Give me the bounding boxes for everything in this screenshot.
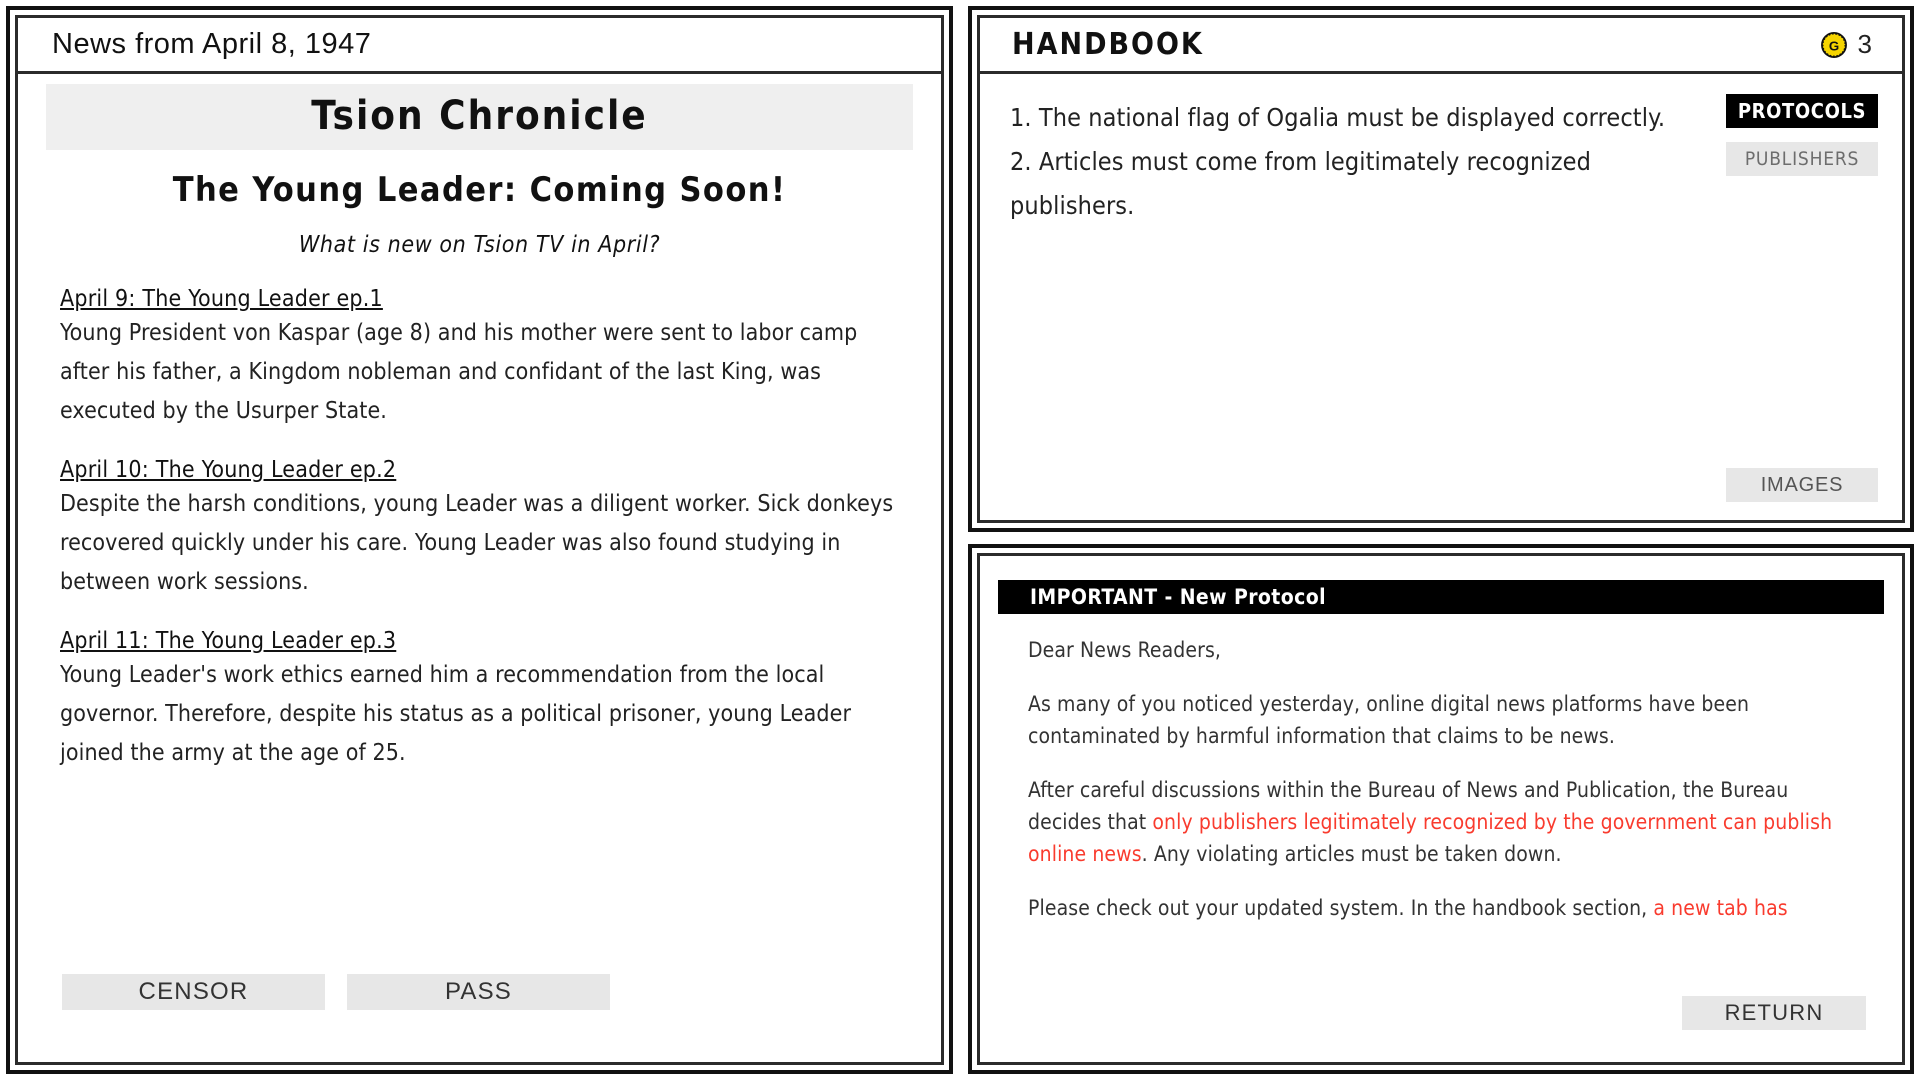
handbook-tab-list: PROTOCOLS PUBLISHERS bbox=[1726, 94, 1878, 176]
article-headline: The Young Leader: Coming Soon! bbox=[172, 170, 787, 210]
news-panel-inner: News from April 8, 1947 Tsion Chronicle … bbox=[15, 15, 944, 1065]
article-sections: April 9: The Young Leader ep.1 Young Pre… bbox=[40, 286, 919, 773]
memo-body: Dear News Readers, As many of you notice… bbox=[1028, 634, 1858, 966]
censor-button[interactable]: CENSOR bbox=[62, 974, 325, 1010]
newspaper-masthead: Tsion Chronicle bbox=[46, 84, 913, 150]
news-panel-header: News from April 8, 1947 bbox=[18, 18, 941, 74]
article-subheadline: What is new on Tsion TV in April? bbox=[298, 232, 661, 258]
article-entry-date: April 10: The Young Leader ep.2 bbox=[60, 457, 397, 483]
memo-paragraph: Please check out your updated system. In… bbox=[1028, 892, 1858, 924]
news-article-panel: News from April 8, 1947 Tsion Chronicle … bbox=[6, 6, 953, 1074]
news-action-bar: CENSOR PASS bbox=[62, 974, 610, 1010]
news-date-label: News from April 8, 1947 bbox=[52, 28, 372, 60]
pass-button[interactable]: PASS bbox=[347, 974, 610, 1010]
article-entry-text: Despite the harsh conditions, young Lead… bbox=[60, 491, 894, 595]
memo-paragraph: As many of you noticed yesterday, online… bbox=[1028, 688, 1858, 752]
tab-images[interactable]: IMAGES bbox=[1726, 468, 1878, 502]
memo-panel-inner: IMPORTANT - New Protocol Dear News Reade… bbox=[977, 553, 1905, 1065]
return-button[interactable]: RETURN bbox=[1682, 996, 1866, 1030]
handbook-body: 1. The national flag of Ogalia must be d… bbox=[980, 74, 1902, 520]
handbook-rule-item: 2. Articles must come from legitimately … bbox=[1010, 147, 1591, 220]
memo-text-run: . Any violating articles must be taken d… bbox=[1141, 842, 1562, 866]
currency-amount: 3 bbox=[1857, 29, 1872, 59]
handbook-title: HANDBOOK bbox=[1012, 27, 1204, 62]
article-entry-date: April 11: The Young Leader ep.3 bbox=[60, 628, 397, 654]
handbook-rules-list: 1. The national flag of Ogalia must be d… bbox=[980, 96, 1740, 228]
memo-panel: IMPORTANT - New Protocol Dear News Reade… bbox=[968, 544, 1914, 1074]
memo-action-bar: RETURN bbox=[1682, 996, 1866, 1030]
article-entry: April 11: The Young Leader ep.3 Young Le… bbox=[60, 628, 899, 773]
currency-display: G 3 bbox=[1820, 29, 1872, 60]
memo-paragraph: After careful discussions within the Bur… bbox=[1028, 774, 1858, 870]
memo-banner-title: IMPORTANT - New Protocol bbox=[998, 580, 1884, 614]
news-panel-body: Tsion Chronicle The Young Leader: Coming… bbox=[18, 74, 941, 1062]
gold-coin-icon: G bbox=[1820, 31, 1847, 58]
article-entry-date: April 9: The Young Leader ep.1 bbox=[60, 286, 383, 312]
handbook-panel-inner: HANDBOOK G 3 1. The national flag of Oga… bbox=[977, 15, 1905, 523]
memo-paragraph: Dear News Readers, bbox=[1028, 634, 1858, 666]
game-screen: News from April 8, 1947 Tsion Chronicle … bbox=[0, 0, 1920, 1080]
article-entry-text: Young Leader's work ethics earned him a … bbox=[60, 662, 852, 766]
handbook-lower-tab-list: IMAGES bbox=[1726, 468, 1878, 502]
tab-protocols[interactable]: PROTOCOLS bbox=[1726, 94, 1878, 128]
svg-text:G: G bbox=[1828, 38, 1838, 53]
memo-text-run: Dear News Readers, bbox=[1028, 638, 1221, 662]
handbook-header: HANDBOOK G 3 bbox=[980, 18, 1902, 74]
article-entry: April 9: The Young Leader ep.1 Young Pre… bbox=[60, 286, 899, 431]
handbook-rule-item: 1. The national flag of Ogalia must be d… bbox=[1010, 103, 1666, 132]
article-entry-text: Young President von Kaspar (age 8) and h… bbox=[60, 320, 858, 424]
handbook-panel: HANDBOOK G 3 1. The national flag of Oga… bbox=[968, 6, 1914, 532]
tab-publishers[interactable]: PUBLISHERS bbox=[1726, 142, 1878, 176]
memo-text-run: Please check out your updated system. In… bbox=[1028, 896, 1654, 920]
article-entry: April 10: The Young Leader ep.2 Despite … bbox=[60, 457, 899, 602]
memo-text-run: As many of you noticed yesterday, online… bbox=[1028, 692, 1750, 748]
memo-highlight-run: a new tab has bbox=[1653, 896, 1788, 920]
